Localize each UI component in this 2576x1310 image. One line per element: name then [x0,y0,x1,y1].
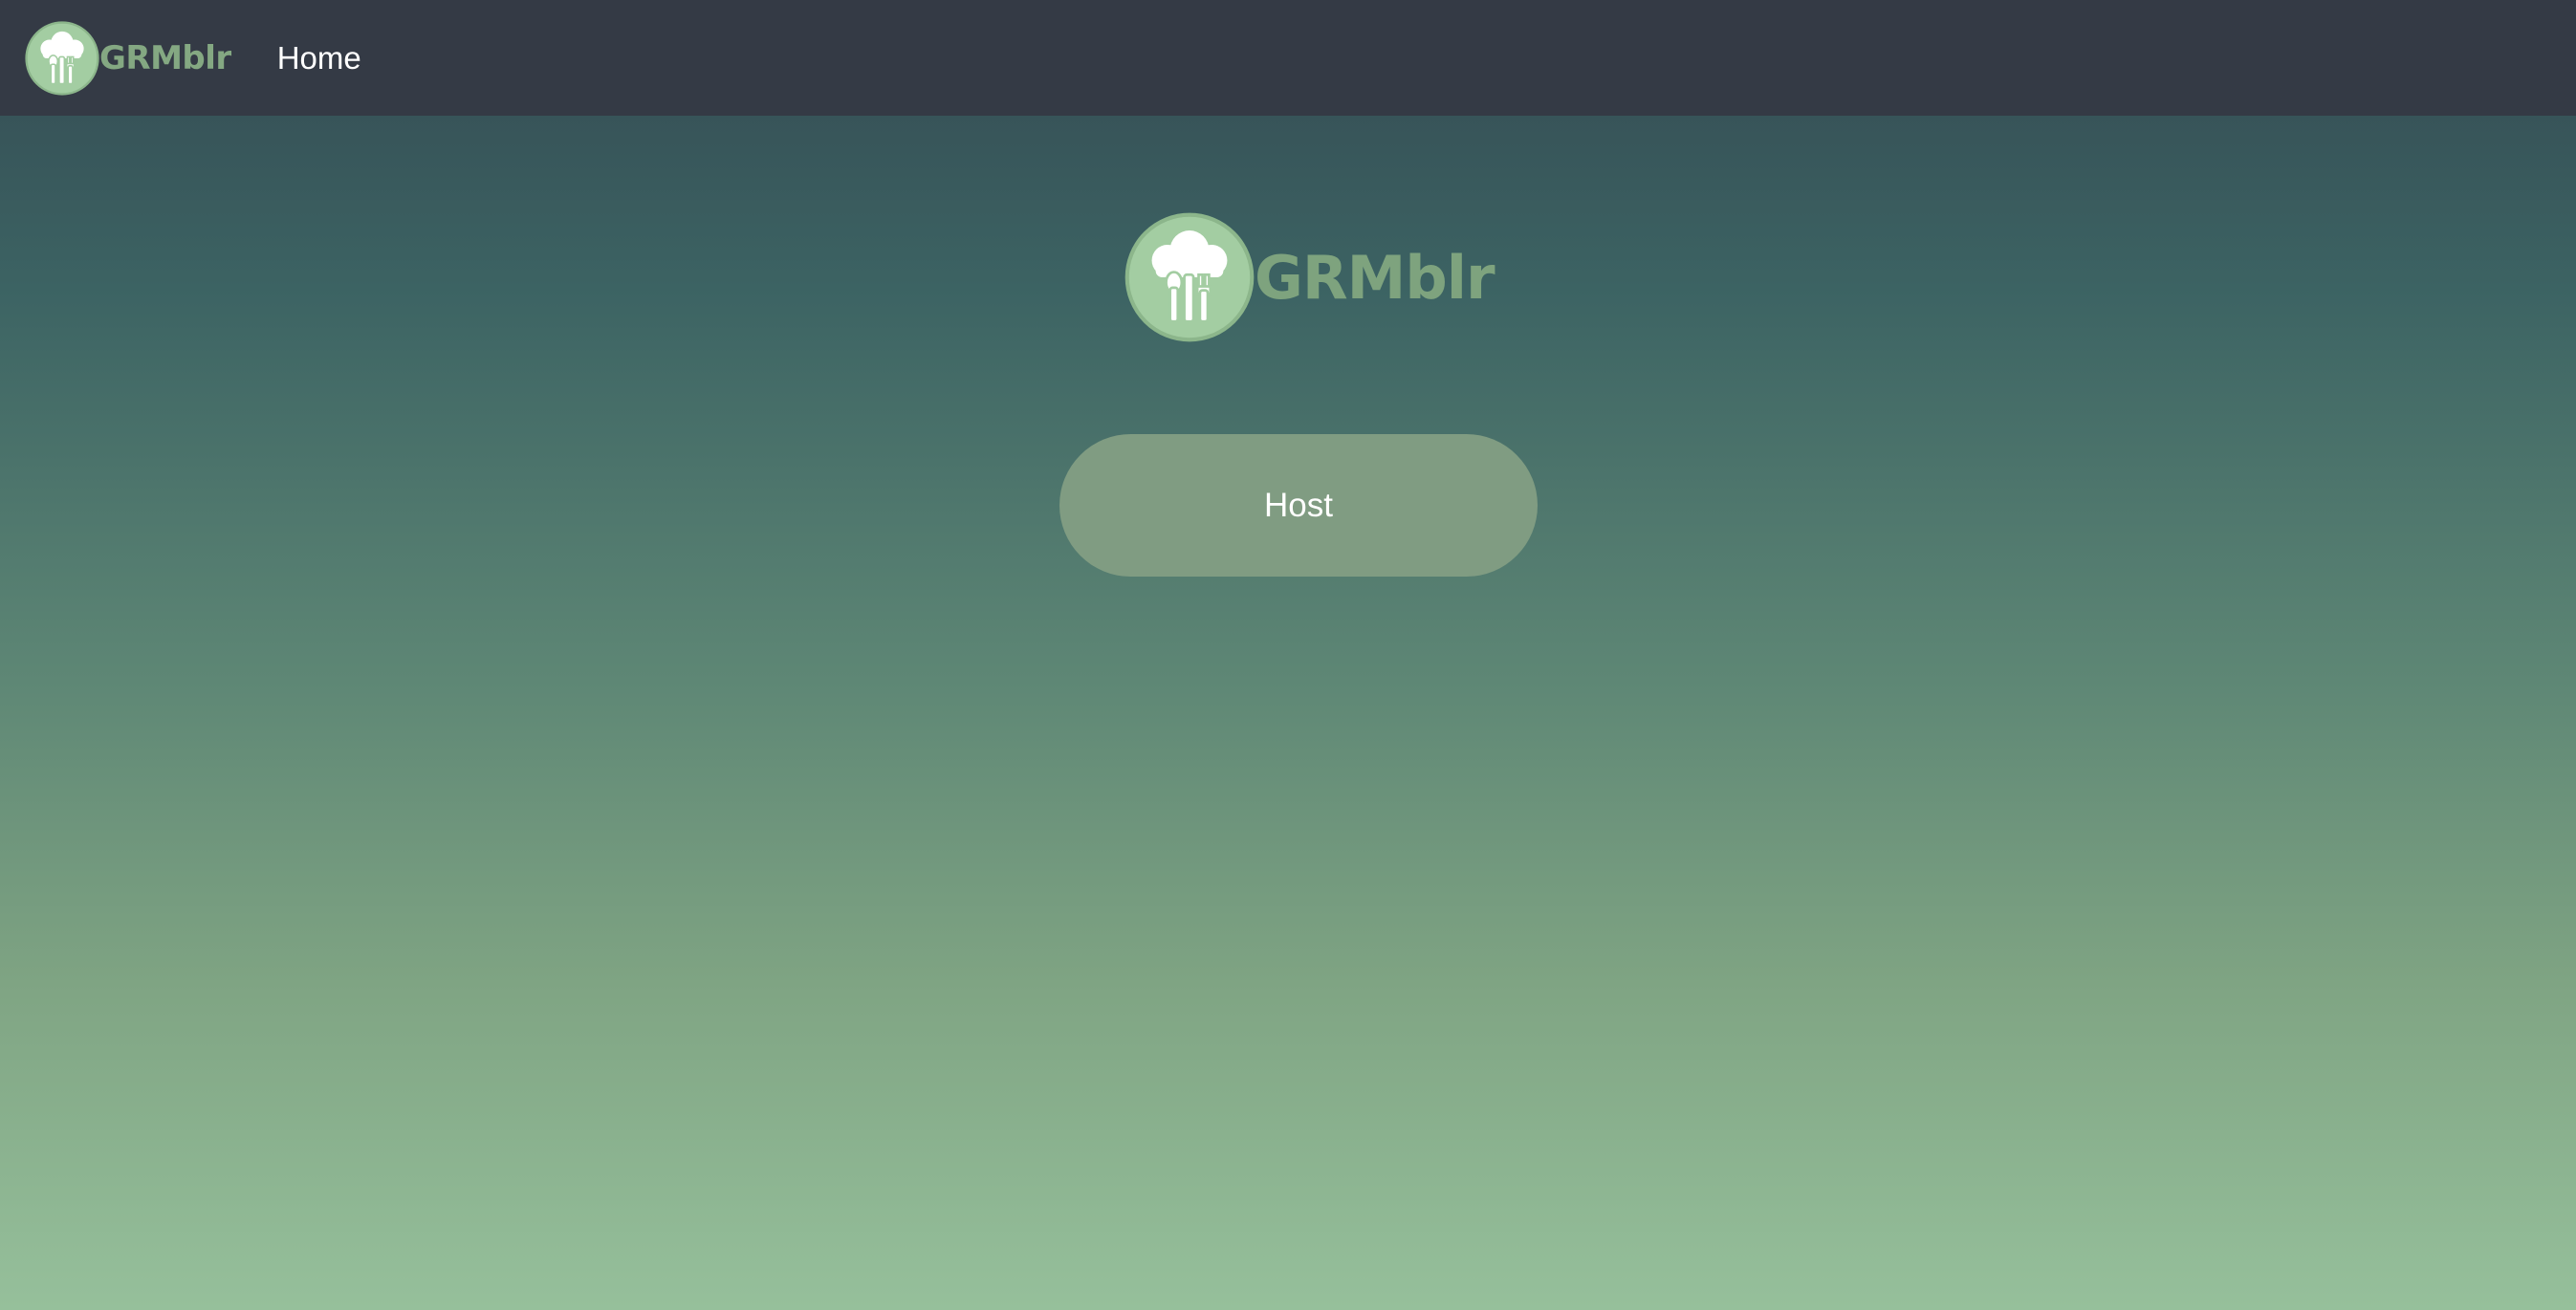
page: GRMblr Home GRMblr Host [0,0,2576,1310]
top-navbar: GRMblr Home [0,0,2576,116]
host-button[interactable]: Host [1059,434,1538,577]
hero-logo: GRMblr [1124,212,1495,342]
hero-brand-name: GRMblr [1255,242,1495,313]
brand-home-link[interactable]: GRMblr [25,20,231,97]
chef-hat-utensils-icon [1124,212,1255,342]
nav-link-home[interactable]: Home [277,40,361,76]
brand-name: GRMblr [99,38,231,77]
chef-hat-utensils-icon [25,20,99,96]
